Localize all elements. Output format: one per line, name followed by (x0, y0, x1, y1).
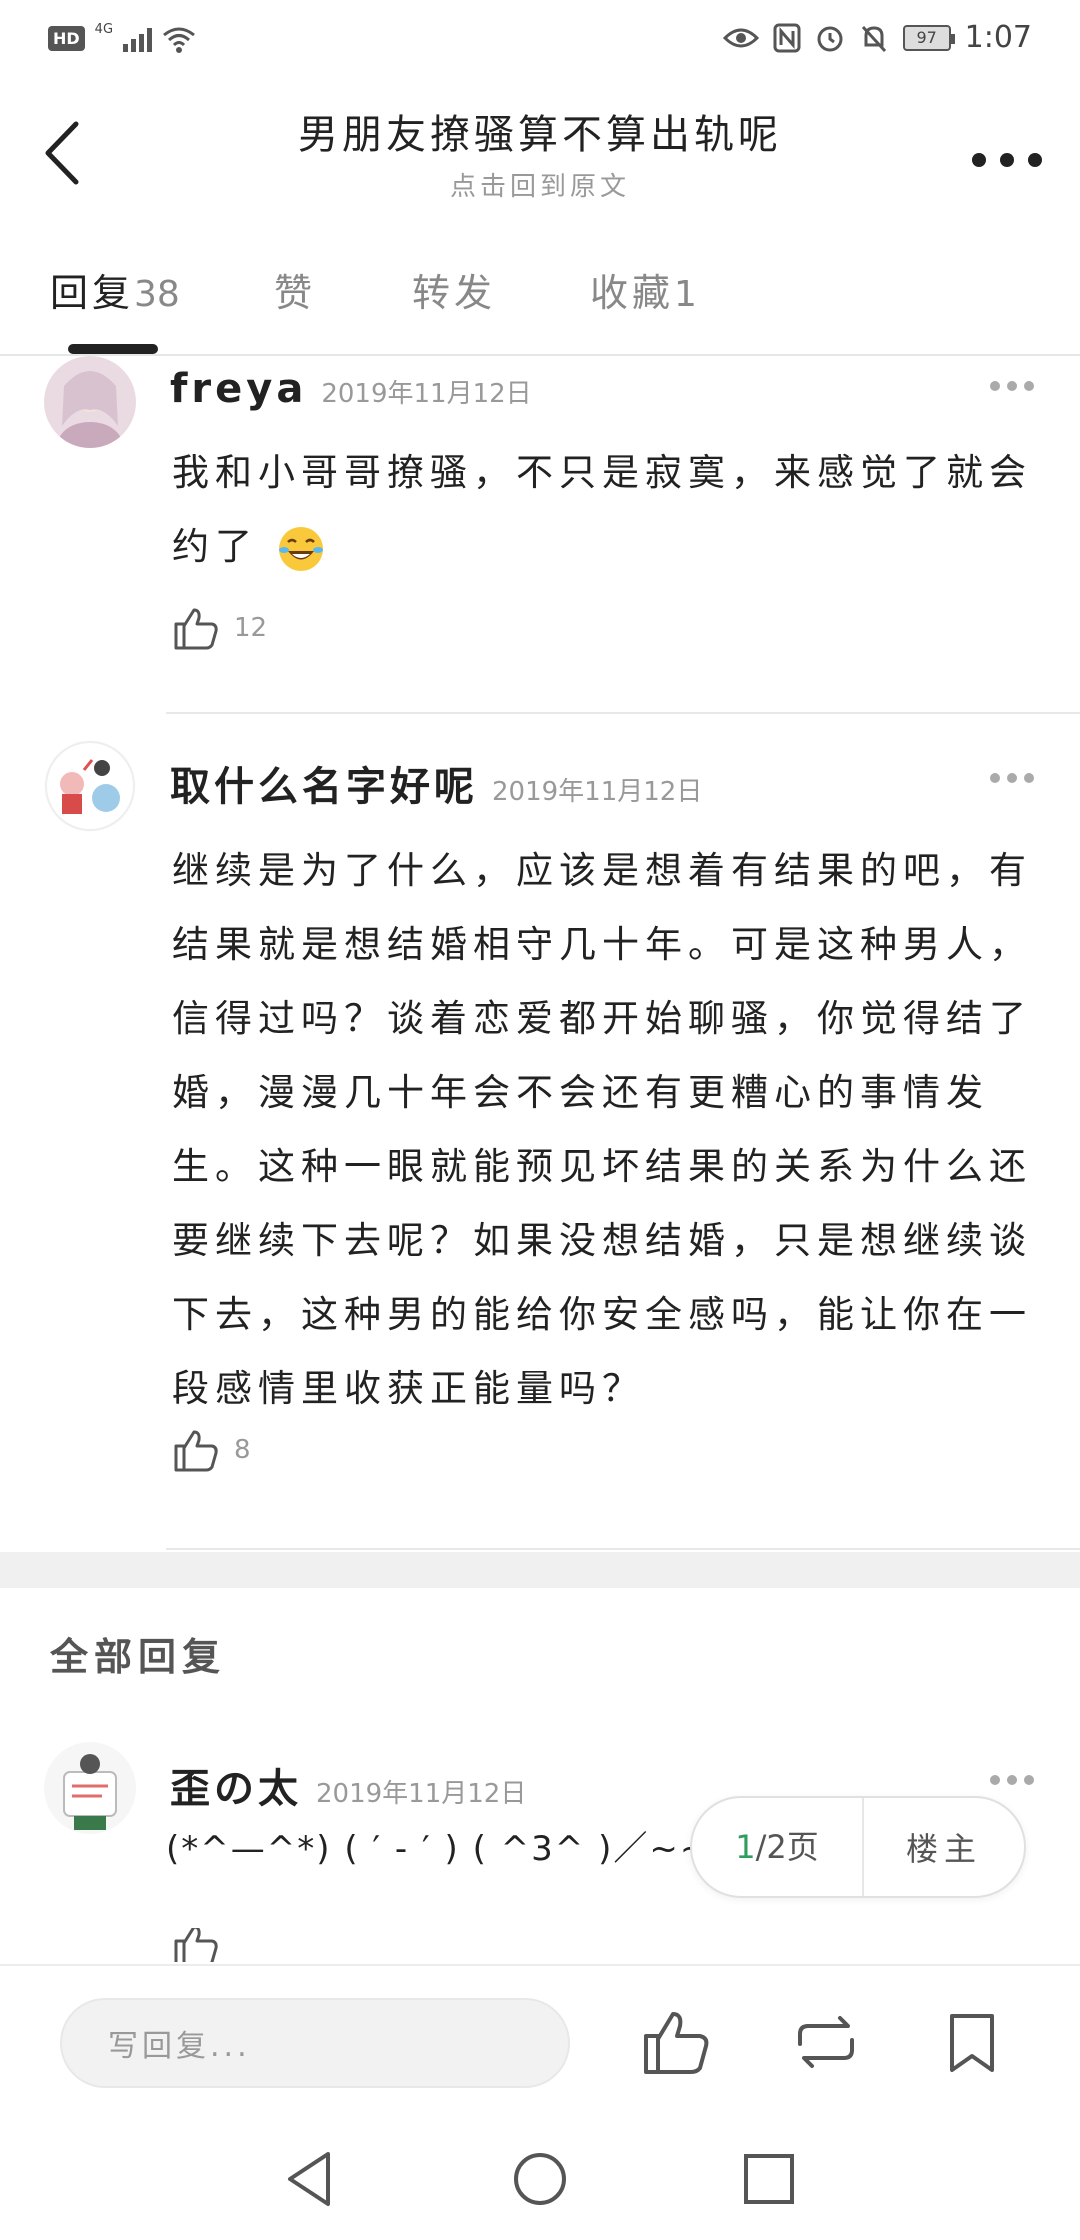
page-title: 男朋友撩骚算不算出轨呢 (298, 112, 782, 158)
dot-icon (1007, 1775, 1017, 1785)
mute-bell-icon (861, 25, 886, 52)
comment-text: 继续是为了什么，应该是想着有结果的吧，有结果就是想结婚相守几十年。可是这种男人，… (172, 849, 1032, 1410)
tab-count: 38 (134, 274, 180, 315)
like-button[interactable] (172, 1928, 220, 1962)
comment-author[interactable]: 取什么名字好呢 (170, 754, 478, 812)
thumbs-up-icon[interactable] (640, 2006, 712, 2078)
comment-more-button[interactable] (990, 768, 1034, 788)
avatar[interactable] (44, 356, 136, 448)
like-count: 8 (234, 1435, 251, 1465)
header: 男朋友撩骚算不算出轨呢 点击回到原文 (0, 80, 1080, 230)
nav-back-icon[interactable] (276, 2144, 346, 2214)
repost-icon[interactable] (790, 2006, 862, 2078)
battery-icon: 97 (902, 24, 955, 51)
section-separator (0, 1552, 1080, 1588)
dot-icon (1024, 1775, 1034, 1785)
eye-icon (722, 28, 759, 47)
comment-more-button[interactable] (990, 376, 1034, 396)
dot-icon (990, 773, 1000, 783)
active-tab-indicator (68, 344, 158, 354)
avatar[interactable] (44, 740, 136, 832)
tab-label: 收藏 (590, 271, 675, 315)
tab-bar: 回复38 赞 转发 收藏1 (0, 250, 1080, 356)
comment-item: freya 2019年11月12日 我和小哥哥撩骚，不只是寂寞，来感觉了就会约了… (0, 356, 1080, 710)
comment-author[interactable]: freya (170, 366, 307, 412)
laughing-emoji-icon (278, 526, 323, 571)
dot-icon (990, 1775, 1000, 1785)
back-to-original-link[interactable]: 点击回到原文 (0, 166, 1080, 203)
thumbs-up-icon (174, 608, 218, 650)
tab-replies[interactable]: 回复38 (50, 262, 180, 317)
dot-icon (1024, 773, 1034, 783)
like-button[interactable]: 8 (172, 1426, 251, 1474)
bottom-toolbar: 写回复... (0, 1964, 1080, 2114)
comment-item: 取什么名字好呢 2019年11月12日 继续是为了什么，应该是想着有结果的吧，有… (0, 740, 1080, 1540)
tab-likes[interactable]: 赞 (274, 262, 316, 317)
reply-header: 歪の太 2019年11月12日 (170, 1756, 526, 1814)
like-count: 12 (234, 613, 268, 643)
reply-date: 2019年11月12日 (316, 1779, 527, 1809)
comment-date: 2019年11月12日 (321, 379, 532, 409)
page-navigator: 1/2页 楼主 (690, 1796, 1026, 1898)
reply-more-button[interactable] (990, 1770, 1034, 1790)
status-left: HD 4G (48, 22, 196, 55)
comment-header: 取什么名字好呢 2019年11月12日 (170, 754, 702, 812)
reply-input[interactable]: 写回复... (60, 1998, 570, 2088)
page-total: /2页 (755, 1828, 819, 1866)
hd-badge: HD (48, 26, 85, 51)
dot-icon (1024, 381, 1034, 391)
system-nav-bar (0, 2114, 1080, 2240)
divider (166, 1548, 1080, 1550)
network-type: 4G (94, 22, 114, 37)
clock: 1:07 (964, 20, 1032, 55)
bookmark-icon[interactable] (936, 2006, 1008, 2078)
tab-count: 1 (674, 274, 697, 315)
nfc-icon (773, 23, 801, 52)
divider (166, 712, 1080, 714)
dot-icon (990, 381, 1000, 391)
dot-icon (1007, 381, 1017, 391)
reply-text: (*^—^*) ( ′ - ′ ) ( ^3^ )／~~ (166, 1829, 706, 1869)
like-button[interactable]: 12 (172, 604, 267, 652)
dot-icon (972, 153, 986, 167)
signal-icon (123, 26, 153, 52)
tab-label: 赞 (274, 271, 317, 315)
alarm-icon (817, 26, 843, 51)
avatar[interactable] (44, 1742, 136, 1834)
comment-date: 2019年11月12日 (492, 777, 703, 807)
status-bar: HD 4G 97 1:07 (0, 0, 1080, 80)
comment-text: 我和小哥哥撩骚，不只是寂寞，来感觉了就会约了 (172, 436, 1032, 584)
tab-label: 转发 (412, 271, 497, 315)
wifi-icon (163, 27, 195, 53)
nav-home-icon[interactable] (505, 2144, 575, 2214)
status-right: 97 1:07 (722, 20, 1032, 55)
page-indicator-button[interactable]: 1/2页 (692, 1798, 864, 1896)
thumbs-up-icon (174, 1430, 218, 1472)
tab-label: 回复 (50, 271, 135, 315)
thumbs-up-icon (174, 1928, 218, 1962)
dot-icon (1000, 153, 1014, 167)
nav-recents-icon[interactable] (734, 2144, 804, 2214)
reply-author[interactable]: 歪の太 (170, 1756, 302, 1814)
more-options-button[interactable] (972, 140, 1042, 180)
dot-icon (1028, 153, 1042, 167)
comment-header: freya 2019年11月12日 (170, 366, 532, 412)
all-replies-title: 全部回复 (50, 1635, 227, 1679)
current-page: 1 (735, 1828, 756, 1866)
dot-icon (1007, 773, 1017, 783)
tab-favorites[interactable]: 收藏1 (590, 262, 697, 317)
tab-reposts[interactable]: 转发 (412, 262, 496, 317)
owner-only-button[interactable]: 楼主 (864, 1824, 1024, 1870)
